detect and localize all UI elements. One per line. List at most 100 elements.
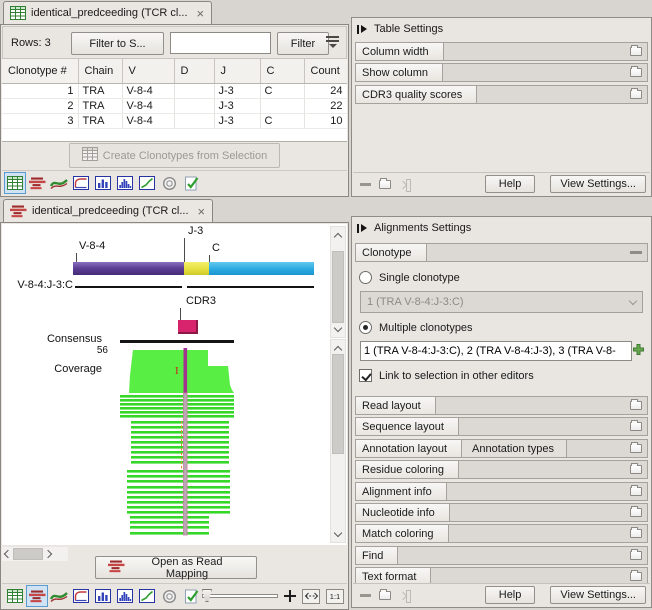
- collapse-all-icon[interactable]: [360, 593, 371, 597]
- section-label[interactable]: Match coloring: [356, 525, 449, 543]
- horizontal-scrollbar[interactable]: [2, 547, 68, 561]
- folder-icon[interactable]: [379, 588, 391, 600]
- multiple-clonotypes-option[interactable]: Multiple clonotypes: [359, 321, 473, 334]
- section-label[interactable]: Alignment info: [356, 482, 447, 500]
- folder-icon[interactable]: [630, 45, 642, 56]
- collapse-panel-icon[interactable]: [357, 24, 367, 34]
- settings-section-residue-coloring[interactable]: Residue coloring: [355, 460, 648, 480]
- scroll-up-icon[interactable]: [331, 340, 345, 355]
- single-clonotype-option[interactable]: Single clonotype: [359, 271, 460, 284]
- actual-size-icon[interactable]: 1:1: [326, 588, 344, 604]
- open-as-read-mapping-button[interactable]: Open as Read Mapping: [95, 556, 257, 580]
- folder-icon[interactable]: [630, 527, 642, 539]
- folder-icon[interactable]: [379, 177, 391, 189]
- report-icon[interactable]: [180, 585, 202, 607]
- collapse-all-icon[interactable]: [360, 182, 371, 186]
- section-label[interactable]: Show column: [356, 64, 444, 82]
- table-row[interactable]: 3 TRA V-8-4 J-3 C 10: [2, 113, 347, 129]
- scatter-plot-icon[interactable]: [136, 172, 158, 194]
- folder-icon[interactable]: [630, 505, 642, 517]
- report-icon[interactable]: [180, 172, 202, 194]
- cdr3-annotation[interactable]: [178, 320, 198, 334]
- close-icon[interactable]: ×: [198, 205, 206, 218]
- settings-section-read-layout[interactable]: Read layout: [355, 396, 648, 415]
- collapse-panel-icon[interactable]: [357, 223, 367, 233]
- settings-section-show-column[interactable]: Show column: [355, 63, 648, 83]
- scroll-down-icon[interactable]: [331, 527, 345, 542]
- help-button[interactable]: Help: [484, 175, 536, 193]
- settings-section-alignment-info[interactable]: Alignment info: [355, 481, 648, 501]
- graphs-icon[interactable]: [48, 585, 70, 607]
- bar-chart-icon[interactable]: [92, 585, 114, 607]
- column-header[interactable]: V: [122, 59, 175, 84]
- settings-section-find[interactable]: Find: [355, 545, 648, 565]
- folder-icon[interactable]: [630, 399, 642, 410]
- histogram-icon[interactable]: [114, 585, 136, 607]
- advanced-filter-icon[interactable]: [326, 36, 339, 48]
- table-row[interactable]: 1 TRA V-8-4 J-3 C 24: [2, 83, 347, 99]
- tab-alignment-view[interactable]: identical_predceeding (TCR cl... ×: [3, 199, 214, 222]
- read-mapping-icon[interactable]: [26, 172, 48, 194]
- column-header[interactable]: D: [174, 59, 215, 84]
- table-icon[interactable]: [4, 172, 26, 194]
- scrollbar-thumb[interactable]: [332, 354, 344, 454]
- section-label[interactable]: Residue coloring: [356, 461, 459, 479]
- column-header[interactable]: Clonotype #: [2, 59, 79, 84]
- settings-section-nucleotide-info[interactable]: Nucleotide info: [355, 502, 648, 522]
- folder-icon[interactable]: [630, 87, 642, 99]
- column-header[interactable]: Chain: [78, 59, 123, 84]
- link-selection-option[interactable]: Link to selection in other editors: [359, 369, 534, 382]
- radio-icon[interactable]: [359, 271, 372, 284]
- section-label[interactable]: Read layout: [356, 397, 436, 414]
- close-icon[interactable]: ×: [197, 7, 205, 20]
- folder-icon[interactable]: [630, 570, 642, 582]
- section-label[interactable]: Column width: [356, 43, 444, 60]
- column-header[interactable]: J: [214, 59, 261, 84]
- table-row[interactable]: 2 TRA V-8-4 J-3 22: [2, 98, 347, 114]
- section-label[interactable]: Find: [356, 546, 399, 564]
- scroll-right-icon[interactable]: [43, 549, 53, 559]
- folder-icon[interactable]: [630, 66, 642, 78]
- section-label[interactable]: Clonotype: [356, 244, 427, 261]
- scatter-plot-icon[interactable]: [136, 585, 158, 607]
- histogram-icon[interactable]: [114, 172, 136, 194]
- read-mapping-icon[interactable]: [26, 585, 48, 607]
- radio-icon[interactable]: [359, 321, 372, 334]
- folder-icon[interactable]: [630, 548, 642, 560]
- filter-button[interactable]: Filter: [277, 32, 329, 55]
- scrollbar-thumb[interactable]: [332, 251, 344, 323]
- add-clonotype-icon[interactable]: [632, 343, 645, 356]
- settings-section-clonotype[interactable]: Clonotype: [355, 243, 648, 262]
- section-label[interactable]: CDR3 quality scores: [356, 85, 478, 103]
- reads-scrollbar[interactable]: [330, 339, 346, 543]
- settings-section-match-coloring[interactable]: Match coloring: [355, 524, 648, 544]
- settings-section-column-width[interactable]: Column width: [355, 42, 648, 61]
- help-button[interactable]: Help: [484, 586, 536, 604]
- tab-clonotype-table[interactable]: identical_predceeding (TCR cl... ×: [3, 1, 213, 24]
- scroll-left-icon[interactable]: [3, 549, 13, 559]
- line-chart-icon[interactable]: [70, 172, 92, 194]
- zoom-slider[interactable]: [202, 589, 278, 603]
- line-chart-icon[interactable]: [70, 585, 92, 607]
- settings-section-annotation-layout[interactable]: Annotation layout Annotation types: [355, 438, 648, 458]
- section-label[interactable]: Sequence layout: [356, 418, 459, 436]
- scrollbar-thumb[interactable]: [13, 548, 43, 560]
- j-segment[interactable]: [184, 262, 209, 275]
- folder-icon[interactable]: [630, 420, 642, 432]
- zoom-in-icon[interactable]: [284, 590, 296, 602]
- collapse-section-icon[interactable]: [630, 251, 642, 254]
- history-icon[interactable]: [158, 172, 180, 194]
- scroll-up-icon[interactable]: [331, 227, 345, 242]
- view-settings-button[interactable]: View Settings...: [550, 175, 646, 193]
- fit-width-icon[interactable]: [302, 588, 320, 604]
- folder-icon[interactable]: [630, 463, 642, 475]
- overview-scrollbar[interactable]: [330, 226, 346, 338]
- column-header[interactable]: C: [260, 59, 305, 84]
- search-input[interactable]: [170, 32, 271, 54]
- section-label[interactable]: Annotation layout: [356, 439, 463, 457]
- graphs-icon[interactable]: [48, 172, 70, 194]
- scroll-down-icon[interactable]: [331, 322, 345, 337]
- folder-icon[interactable]: [630, 484, 642, 496]
- table-icon[interactable]: [4, 585, 26, 607]
- c-segment[interactable]: [209, 262, 314, 275]
